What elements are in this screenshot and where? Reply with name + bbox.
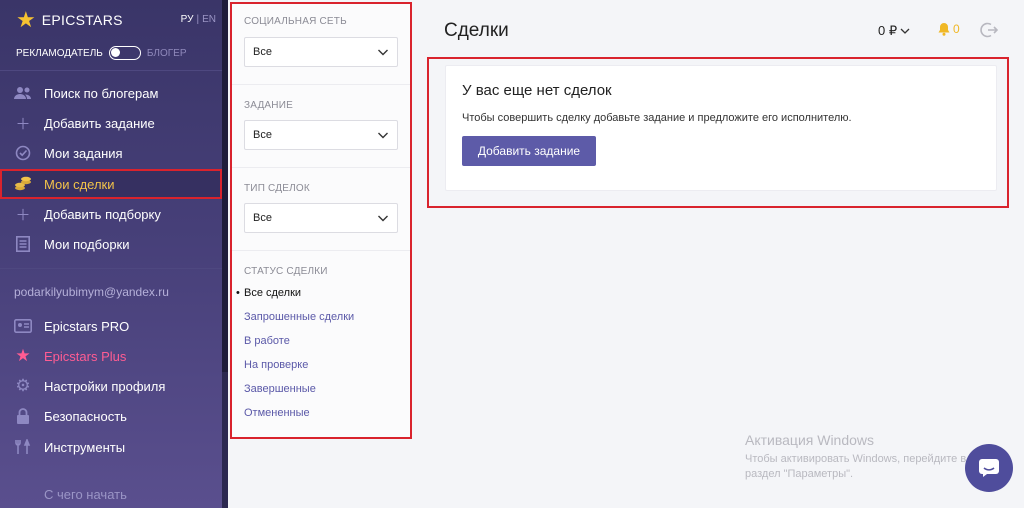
- nav-my-collections[interactable]: Мои подборки: [0, 229, 222, 259]
- filter-social-label: СОЦИАЛЬНАЯ СЕТЬ: [244, 16, 347, 27]
- nav-my-tasks[interactable]: Мои задания: [0, 138, 222, 168]
- nav-label: Мои подборки: [44, 236, 130, 252]
- notification-count: 0: [953, 22, 960, 36]
- empty-state-highlight: У вас еще нет сделок Чтобы совершить сде…: [427, 57, 1009, 208]
- star-icon: ★: [15, 346, 31, 365]
- watermark-title: Активация Windows: [745, 432, 875, 448]
- status-requested[interactable]: Запрошенные сделки: [244, 311, 354, 323]
- empty-state-title: У вас еще нет сделок: [462, 82, 612, 99]
- chat-icon: [979, 459, 999, 477]
- chevron-down-icon: [900, 28, 910, 34]
- bell-icon: [938, 23, 950, 36]
- balance-dropdown[interactable]: 0 ₽: [878, 23, 910, 39]
- nav-profile-settings[interactable]: ⚙ Настройки профиля: [0, 371, 222, 401]
- nav-label: С чего начать: [44, 486, 127, 502]
- nav-getting-started[interactable]: С чего начать: [0, 479, 222, 508]
- select-value: Все: [253, 212, 272, 224]
- users-icon: [14, 84, 32, 102]
- nav-label: Поиск по блогерам: [44, 85, 159, 101]
- nav-label: Мои сделки: [44, 176, 115, 192]
- nav-label: Инструменты: [44, 439, 126, 455]
- filter-task-select[interactable]: Все: [244, 120, 398, 150]
- nav-epicstars-pro[interactable]: Epicstars PRO: [0, 311, 222, 341]
- chevron-down-icon: [378, 132, 388, 139]
- user-email: podarkilyubimym@yandex.ru: [14, 285, 169, 299]
- chat-button[interactable]: [965, 444, 1013, 492]
- plus-icon: ＋: [15, 115, 31, 133]
- chevron-down-icon: [378, 215, 388, 222]
- tools-icon: [14, 438, 32, 456]
- divider: [232, 167, 410, 168]
- empty-state-text: Чтобы совершить сделку добавьте задание …: [462, 112, 852, 124]
- scrollbar-thumb[interactable]: [222, 0, 228, 372]
- windows-activation-watermark: Активация Windows Чтобы активировать Win…: [745, 432, 975, 482]
- sidebar: ★ EPICSTARS РУ | EN РЕКЛАМОДАТЕЛЬ БЛОГЕР П…: [0, 0, 228, 508]
- nav-security[interactable]: Безопасность: [0, 401, 222, 431]
- divider: [0, 70, 222, 71]
- lock-icon: [14, 407, 32, 425]
- status-all-deals[interactable]: Все сделки: [236, 287, 301, 299]
- nav-my-deals[interactable]: Мои сделки: [0, 169, 222, 199]
- nav-label: Добавить задание: [44, 115, 155, 131]
- page-title: Сделки: [444, 20, 509, 41]
- nav-label: Настройки профиля: [44, 378, 166, 394]
- notifications-button[interactable]: 0: [937, 22, 960, 36]
- lang-en[interactable]: EN: [202, 14, 216, 25]
- list-icon: [14, 235, 32, 253]
- id-card-icon: [14, 317, 32, 335]
- filter-status-label: СТАТУС СДЕЛКИ: [244, 266, 328, 277]
- balance-value: 0 ₽: [878, 23, 898, 38]
- mode-toggle[interactable]: [108, 46, 141, 60]
- filter-deal-type-select[interactable]: Все: [244, 203, 398, 233]
- select-value: Все: [253, 46, 272, 58]
- status-completed[interactable]: Завершенные: [244, 383, 316, 395]
- nav-label: Epicstars PRO: [44, 318, 130, 334]
- gear-icon: ⚙: [15, 376, 31, 395]
- divider: [232, 250, 410, 251]
- nav-epicstars-plus[interactable]: ★ Epicstars Plus: [0, 341, 222, 371]
- check-circle-icon: [14, 144, 32, 162]
- chevron-down-icon: [378, 49, 388, 56]
- watermark-line: раздел "Параметры".: [745, 468, 854, 480]
- watermark-line: Чтобы активировать Windows, перейдите в: [745, 453, 967, 465]
- status-under-review[interactable]: На проверке: [244, 359, 308, 371]
- nav-label: Безопасность: [44, 408, 127, 424]
- language-switcher: РУ | EN: [180, 14, 216, 25]
- nav-label: Добавить подборку: [44, 206, 161, 222]
- filter-task-label: ЗАДАНИЕ: [244, 100, 293, 111]
- add-task-button[interactable]: Добавить задание: [462, 136, 596, 166]
- sidebar-scrollbar[interactable]: [222, 0, 228, 508]
- nav-add-task[interactable]: ＋ Добавить задание: [0, 108, 222, 138]
- status-in-progress[interactable]: В работе: [244, 335, 290, 347]
- mode-blogger-label: БЛОГЕР: [146, 47, 187, 59]
- deal-filters-panel: СОЦИАЛЬНАЯ СЕТЬ Все ЗАДАНИЕ Все ТИП СДЕЛ…: [230, 2, 412, 439]
- star-logo-icon: ★: [16, 7, 36, 32]
- nav-tools[interactable]: Инструменты: [0, 432, 222, 462]
- plus-icon: ＋: [15, 206, 31, 224]
- coins-icon: [14, 175, 32, 193]
- select-value: Все: [253, 129, 272, 141]
- nav-label: Epicstars Plus: [44, 348, 127, 364]
- brand-name: EPICSTARS: [41, 12, 123, 28]
- mode-advertiser-label: РЕКЛАМОДАТЕЛЬ: [16, 47, 103, 59]
- mode-switch: РЕКЛАМОДАТЕЛЬ БЛОГЕР: [16, 46, 187, 60]
- empty-state-card: У вас еще нет сделок Чтобы совершить сде…: [445, 65, 997, 191]
- filter-social-select[interactable]: Все: [244, 37, 398, 67]
- lang-ru[interactable]: РУ: [181, 14, 194, 25]
- status-cancelled[interactable]: Отмененные: [244, 407, 310, 419]
- nav-blogger-search[interactable]: Поиск по блогерам: [0, 78, 222, 108]
- nav-add-collection[interactable]: ＋ Добавить подборку: [0, 199, 222, 229]
- logout-icon[interactable]: [980, 21, 998, 39]
- filter-deal-type-label: ТИП СДЕЛОК: [244, 183, 310, 194]
- divider: [0, 268, 222, 269]
- nav-label: Мои задания: [44, 145, 123, 161]
- divider: [232, 84, 410, 85]
